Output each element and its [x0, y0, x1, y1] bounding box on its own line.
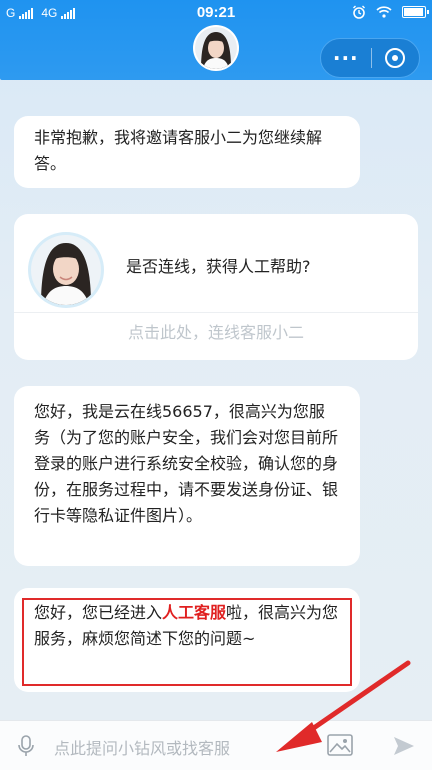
send-icon[interactable]: [392, 735, 416, 757]
agent-avatar-icon[interactable]: [193, 25, 239, 71]
connect-agent-card: 是否连线，获得人工帮助? 点击此处，连线客服小二: [14, 214, 418, 360]
connect-question: 是否连线，获得人工帮助?: [126, 257, 311, 276]
status-bar: G 4G 09:21: [0, 0, 432, 28]
close-circle-icon: [385, 48, 406, 68]
message-text: 您好，我是云在线56657，很高兴为您服务（为了您的账户安全，我们会对您目前所登…: [34, 402, 339, 525]
more-menu-button[interactable]: ···: [321, 48, 371, 68]
connect-agent-link[interactable]: 点击此处，连线客服小二: [14, 320, 418, 346]
chat-message-bot: 非常抱歉，我将邀请客服小二为您继续解答。: [14, 116, 360, 188]
annotation-highlight-box: [22, 598, 352, 686]
alarm-icon: [353, 5, 365, 19]
close-button[interactable]: [371, 47, 419, 69]
agent-avatar-large-icon: [28, 232, 104, 308]
chat-message-bot: 您好，我是云在线56657，很高兴为您服务（为了您的账户安全，我们会对您目前所登…: [14, 386, 360, 566]
input-bar: 点此提问小钻风或找客服: [0, 720, 432, 770]
wifi-icon: [376, 6, 392, 18]
card-divider: [14, 312, 418, 313]
image-icon[interactable]: [326, 732, 354, 758]
battery-icon: [402, 6, 429, 18]
microphone-icon[interactable]: [16, 734, 36, 758]
question-input[interactable]: 点此提问小钻风或找客服: [54, 735, 230, 759]
mini-program-capsule: ···: [320, 38, 420, 78]
app-header: G 4G 09:21 ···: [0, 0, 432, 80]
message-text: 非常抱歉，我将邀请客服小二为您继续解答。: [34, 128, 323, 173]
status-icons: [352, 5, 429, 19]
